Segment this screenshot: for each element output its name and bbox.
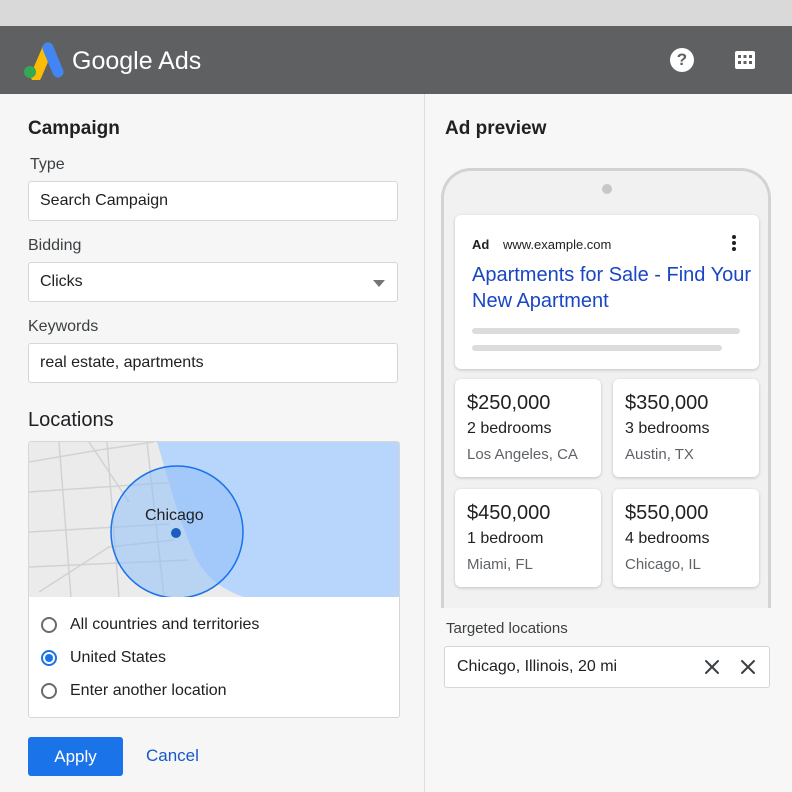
location-option-label: United States bbox=[70, 649, 167, 666]
apply-button[interactable]: Apply bbox=[28, 737, 123, 776]
listing-city: Austin, TX bbox=[625, 446, 694, 463]
app-header: Google Ads ? bbox=[0, 26, 792, 94]
close-icon[interactable] bbox=[738, 657, 758, 677]
targeted-location-value: Chicago, Illinois, 20 mi bbox=[457, 658, 618, 675]
help-icon[interactable]: ? bbox=[670, 48, 694, 72]
listing-price: $450,000 bbox=[467, 502, 551, 524]
radio-button[interactable] bbox=[41, 617, 57, 633]
location-option-other[interactable]: Enter another location bbox=[41, 679, 227, 703]
ad-badge: Ad bbox=[472, 237, 490, 252]
location-option-all[interactable]: All countries and territories bbox=[41, 613, 259, 637]
map-city-label: Chicago bbox=[145, 507, 204, 524]
type-label: Type bbox=[30, 156, 65, 173]
listing-card[interactable]: $450,000 1 bedroom Miami, FL bbox=[455, 489, 601, 587]
location-map[interactable] bbox=[29, 442, 400, 597]
radio-button[interactable] bbox=[41, 683, 57, 699]
listing-city: Chicago, IL bbox=[625, 556, 701, 573]
bidding-value: Clicks bbox=[40, 273, 83, 290]
location-option-us[interactable]: United States bbox=[41, 646, 166, 670]
listing-city: Los Angeles, CA bbox=[467, 446, 578, 463]
ad-display-url[interactable]: www.example.com bbox=[503, 237, 611, 252]
description-placeholder-line bbox=[472, 345, 722, 351]
location-option-label: Enter another location bbox=[70, 682, 227, 699]
locations-box: Chicago All countries and territories Un… bbox=[28, 441, 400, 718]
cancel-button[interactable]: Cancel bbox=[146, 746, 199, 766]
description-placeholder-line bbox=[472, 328, 740, 334]
listing-card[interactable]: $250,000 2 bedrooms Los Angeles, CA bbox=[455, 379, 601, 477]
location-option-label: All countries and territories bbox=[70, 616, 260, 633]
browser-top-strip bbox=[0, 0, 792, 26]
targeted-locations-label: Targeted locations bbox=[446, 620, 568, 637]
listing-bedrooms: 2 bedrooms bbox=[467, 420, 552, 437]
apps-grid-icon[interactable] bbox=[734, 50, 756, 70]
listing-price: $250,000 bbox=[467, 392, 551, 414]
ad-preview-title: Ad preview bbox=[445, 118, 547, 139]
bidding-select[interactable]: Clicks bbox=[28, 262, 398, 302]
listing-price: $550,000 bbox=[625, 502, 709, 524]
keywords-input[interactable]: real estate, apartments bbox=[28, 343, 398, 383]
phone-frame: Ad www.example.com Apartments for Sale -… bbox=[441, 168, 771, 608]
listing-price: $350,000 bbox=[625, 392, 709, 414]
more-vert-icon[interactable] bbox=[731, 234, 737, 252]
listing-card[interactable]: $350,000 3 bedrooms Austin, TX bbox=[613, 379, 759, 477]
ad-headline[interactable]: Apartments for Sale - Find Your New Apar… bbox=[472, 262, 752, 314]
ad-card[interactable]: Ad www.example.com Apartments for Sale -… bbox=[455, 215, 759, 369]
targeted-locations-field[interactable]: Chicago, Illinois, 20 mi bbox=[444, 646, 770, 688]
chevron-down-icon bbox=[373, 280, 385, 287]
bidding-label: Bidding bbox=[28, 237, 82, 254]
campaign-type-field[interactable]: Search Campaign bbox=[28, 181, 398, 221]
listing-card[interactable]: $550,000 4 bedrooms Chicago, IL bbox=[613, 489, 759, 587]
listing-bedrooms: 4 bedrooms bbox=[625, 530, 710, 547]
listing-bedrooms: 3 bedrooms bbox=[625, 420, 710, 437]
keywords-label: Keywords bbox=[28, 318, 99, 335]
radio-button-selected[interactable] bbox=[41, 650, 57, 666]
listing-city: Miami, FL bbox=[467, 556, 533, 573]
phone-camera bbox=[602, 184, 612, 194]
google-ads-logo-icon bbox=[24, 42, 64, 80]
close-icon[interactable] bbox=[702, 657, 722, 677]
campaign-title: Campaign bbox=[28, 118, 120, 139]
listing-bedrooms: 1 bedroom bbox=[467, 530, 544, 547]
locations-title: Locations bbox=[28, 409, 114, 431]
app-title: Google Ads bbox=[72, 47, 202, 75]
